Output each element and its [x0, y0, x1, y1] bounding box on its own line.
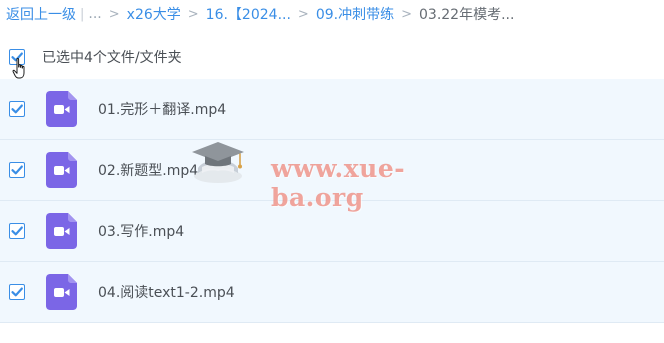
video-file-icon — [46, 91, 77, 127]
breadcrumb-current: 03.22年模考... — [419, 7, 515, 23]
file-checkbox[interactable] — [9, 101, 25, 117]
file-row[interactable]: 02.新题型.mp4 — [0, 140, 664, 201]
file-name[interactable]: 01.完形＋翻译.mp4 — [98, 99, 226, 119]
video-file-icon — [46, 274, 77, 310]
checkmark-icon — [11, 104, 23, 114]
file-row[interactable]: 04.阅读text1-2.mp4 — [0, 262, 664, 323]
selection-header: 已选中4个文件/文件夹 — [0, 42, 664, 72]
breadcrumb: 返回上一级 | ... > x26大学 > 16.【2024... > 09.冲… — [6, 5, 514, 23]
breadcrumb-item[interactable]: 09.冲刺带练 — [316, 4, 394, 24]
breadcrumb-ellipsis[interactable]: ... — [88, 6, 101, 22]
file-checkbox[interactable] — [9, 162, 25, 178]
checkmark-icon — [11, 165, 23, 175]
file-name[interactable]: 02.新题型.mp4 — [98, 160, 198, 180]
hand-cursor-icon — [12, 57, 25, 79]
file-row[interactable]: 03.写作.mp4 — [0, 201, 664, 262]
breadcrumb-item[interactable]: x26大学 — [127, 4, 181, 24]
breadcrumb-item[interactable]: 16.【2024... — [206, 4, 291, 24]
file-name[interactable]: 03.写作.mp4 — [98, 221, 184, 241]
file-browser: 返回上一级 | ... > x26大学 > 16.【2024... > 09.冲… — [0, 0, 664, 343]
back-link[interactable]: 返回上一级 — [6, 4, 76, 24]
video-file-icon — [46, 152, 77, 188]
file-checkbox[interactable] — [9, 223, 25, 239]
file-list: 01.完形＋翻译.mp4 02.新题型.mp4 03.写作.mp4 04.阅读t… — [0, 79, 664, 323]
chevron-right-icon: > — [297, 6, 309, 22]
selection-count-label: 已选中4个文件/文件夹 — [42, 50, 182, 66]
breadcrumb-divider: | — [80, 6, 85, 22]
file-name[interactable]: 04.阅读text1-2.mp4 — [98, 282, 235, 302]
checkmark-icon — [11, 226, 23, 236]
chevron-right-icon: > — [187, 6, 199, 22]
file-checkbox[interactable] — [9, 284, 25, 300]
file-row[interactable]: 01.完形＋翻译.mp4 — [0, 79, 664, 140]
video-file-icon — [46, 213, 77, 249]
chevron-right-icon: > — [108, 6, 120, 22]
checkmark-icon — [11, 287, 23, 297]
chevron-right-icon: > — [401, 6, 412, 22]
